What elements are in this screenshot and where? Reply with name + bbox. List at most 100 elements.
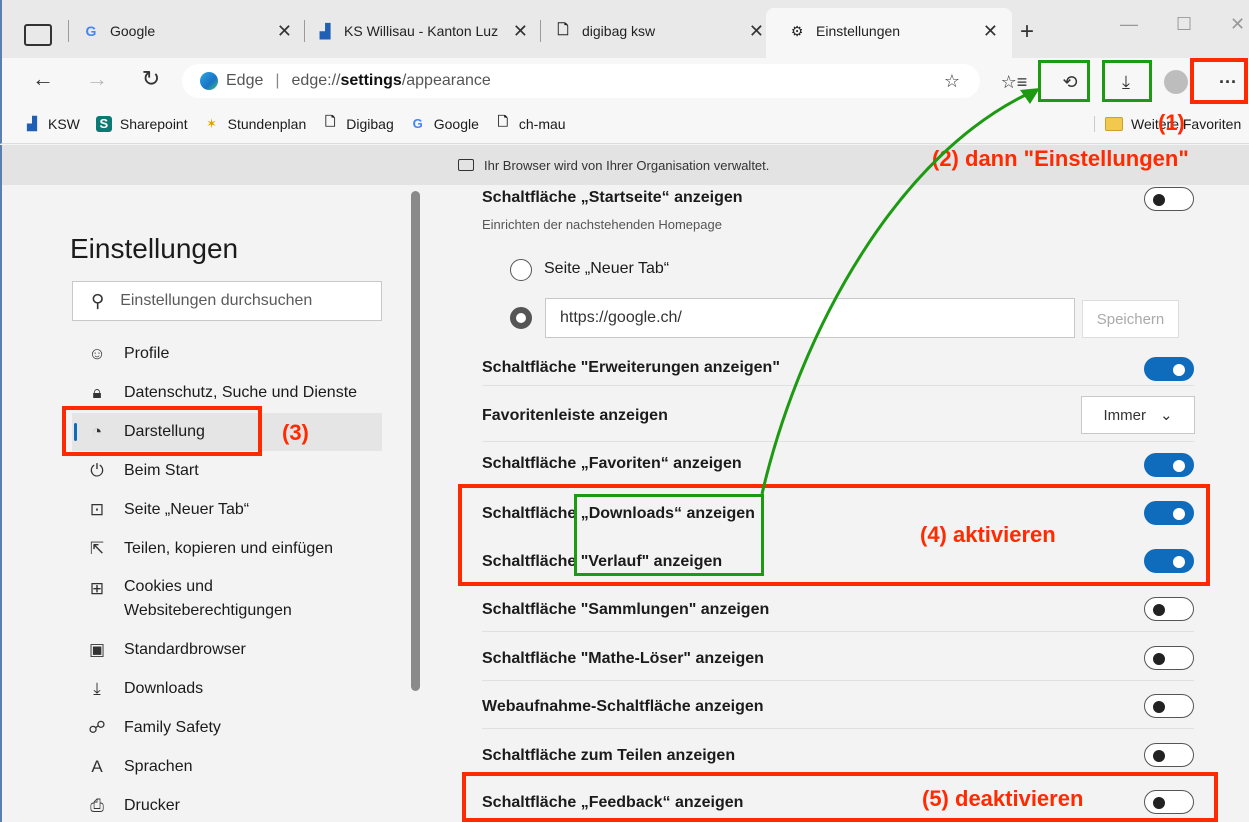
- new-tab-button[interactable]: +: [1020, 18, 1034, 46]
- tab-digibag[interactable]: 🗋 digibag ksw ✕: [554, 16, 764, 46]
- tab-label: KS Willisau - Kanton Luz: [344, 23, 499, 39]
- tab-separator: [540, 20, 541, 42]
- annotation-box-history: [1038, 60, 1090, 102]
- divider: [482, 728, 1194, 729]
- sidebar-item-default-browser[interactable]: ▣ Standardbrowser: [72, 631, 382, 669]
- sidebar-item-downloads[interactable]: ⤓ Downloads: [72, 670, 382, 708]
- minimize-icon[interactable]: —: [1120, 14, 1138, 35]
- bookmark-digibag[interactable]: 🗋 Digibag: [322, 113, 394, 132]
- language-icon: A: [91, 757, 103, 776]
- ksw-logo-icon: ▟: [319, 22, 331, 39]
- bookmark-stundenplan[interactable]: ✶ Stundenplan: [204, 115, 307, 132]
- maximize-icon[interactable]: ☐: [1176, 14, 1192, 35]
- google-icon: G: [412, 116, 423, 131]
- lock-icon: 🔒︎: [92, 383, 102, 402]
- url-prefix: edge://: [291, 72, 341, 89]
- scrollbar[interactable]: [411, 191, 420, 691]
- gear-icon: ⚙: [790, 22, 804, 39]
- sidebar-item-share[interactable]: ⇱ Teilen, kopieren und einfügen: [72, 530, 382, 568]
- share-icon: ⇱: [89, 539, 105, 558]
- other-favorites-label: Weitere Favoriten: [1131, 115, 1242, 132]
- webcapture-toggle[interactable]: [1144, 694, 1194, 718]
- annotation-box-activate: [458, 484, 1210, 586]
- close-icon[interactable]: ✕: [749, 21, 764, 42]
- tab-actions-icon[interactable]: [24, 24, 52, 46]
- math-toggle[interactable]: [1144, 646, 1194, 670]
- tab-label: Einstellungen: [816, 23, 901, 39]
- bookmark-google[interactable]: G Google: [410, 116, 479, 132]
- share-toggle[interactable]: [1144, 743, 1194, 767]
- url-path: /appearance: [401, 72, 491, 89]
- sidebar-item-label: Downloads: [124, 680, 204, 697]
- sharepoint-icon: S: [95, 115, 112, 132]
- edge-icon: [200, 72, 218, 90]
- back-icon[interactable]: ←: [28, 66, 58, 92]
- printer-icon: ⎙: [90, 796, 104, 815]
- chevron-down-icon: ⌄: [1159, 407, 1173, 424]
- close-icon[interactable]: ✕: [983, 21, 998, 42]
- page-title: Einstellungen: [70, 233, 239, 264]
- tab-ks-willisau[interactable]: ▟ KS Willisau - Kanton Luz ✕: [316, 16, 528, 46]
- bookmark-ksw[interactable]: ▟ KSW: [24, 116, 80, 132]
- setting-home-button-sub: Einrichten der nachstehenden Homepage: [482, 217, 722, 232]
- sidebar-item-label-line2: Websiteberechtigungen: [124, 602, 292, 619]
- window-close-icon[interactable]: ✕: [1230, 14, 1245, 35]
- google-icon: G: [85, 23, 97, 39]
- favorites-toggle[interactable]: [1144, 453, 1194, 477]
- annotation-5: (5) deaktivieren: [922, 786, 1084, 811]
- extensions-toggle[interactable]: [1144, 357, 1194, 381]
- save-button[interactable]: Speichern: [1082, 300, 1179, 338]
- search-input[interactable]: ⚲ Einstellungen durchsuchen: [72, 281, 382, 321]
- refresh-icon[interactable]: ↻: [136, 66, 166, 92]
- avatar: [1164, 70, 1188, 94]
- setting-math-label: Schaltfläche "Mathe-Löser" anzeigen: [482, 650, 764, 667]
- annotation-box-deactivate: [462, 772, 1218, 822]
- sidebar-item-languages[interactable]: A Sprachen: [72, 748, 382, 786]
- sidebar-item-label: Beim Start: [124, 462, 199, 479]
- newtab-icon: ⊡: [89, 500, 105, 519]
- divider: [482, 680, 1194, 681]
- sidebar-item-label: Sprachen: [124, 758, 193, 775]
- add-favorite-icon[interactable]: ☆: [944, 71, 960, 92]
- bookmark-label: Google: [433, 115, 479, 132]
- radio-url[interactable]: [510, 307, 532, 329]
- annotation-box-more-menu: [1190, 58, 1248, 104]
- bookmark-ch-mau[interactable]: 🗋 ch-mau: [495, 113, 566, 132]
- setting-home-button-label: Schaltfläche „Startseite“ anzeigen: [482, 189, 743, 206]
- forward-icon[interactable]: →: [82, 66, 112, 92]
- setting-webcapture-label: Webaufnahme-Schaltfläche anzeigen: [482, 698, 764, 715]
- collections-toggle[interactable]: [1144, 597, 1194, 621]
- page-icon: 🗋: [325, 113, 336, 129]
- tab-einstellungen[interactable]: ⚙ Einstellungen ✕: [788, 16, 998, 46]
- sidebar-item-family[interactable]: ☍ Family Safety: [72, 709, 382, 747]
- close-icon[interactable]: ✕: [277, 21, 292, 42]
- sidebar-item-label: Teilen, kopieren und einfügen: [124, 540, 334, 557]
- home-url-input[interactable]: https://google.ch/: [545, 298, 1075, 338]
- search-placeholder: Einstellungen durchsuchen: [120, 292, 313, 309]
- bookmark-sharepoint[interactable]: S Sharepoint: [95, 115, 188, 132]
- close-icon[interactable]: ✕: [513, 21, 528, 42]
- stundenplan-icon: ✶: [206, 115, 218, 131]
- sidebar-item-label: Standardbrowser: [124, 641, 246, 658]
- bookmark-label: Sharepoint: [119, 115, 188, 132]
- favorites-icon[interactable]: ☆≡: [1000, 68, 1028, 96]
- tab-google[interactable]: G Google ✕: [82, 16, 292, 46]
- sidebar-item-cookies[interactable]: ⊞ Cookies und Websiteberechtigungen: [72, 571, 382, 623]
- favbar-select[interactable]: Immer ⌄: [1081, 396, 1195, 434]
- download-icon: ⤓: [93, 679, 101, 698]
- divider: [482, 441, 1194, 442]
- address-divider: |: [275, 72, 280, 89]
- radio-newtab[interactable]: [510, 259, 532, 281]
- sidebar-item-printers[interactable]: ⎙ Drucker: [72, 787, 382, 822]
- folder-icon: [1105, 116, 1123, 131]
- profile-avatar[interactable]: [1162, 68, 1190, 96]
- tab-label: digibag ksw: [582, 23, 656, 39]
- address-bar[interactable]: Edge | edge://settings/appearance ☆: [182, 64, 980, 98]
- bookmark-label: Stundenplan: [227, 115, 307, 132]
- home-button-toggle[interactable]: [1144, 187, 1194, 211]
- sidebar-item-profile[interactable]: ☺ Profile: [72, 335, 382, 373]
- sidebar-item-newtab[interactable]: ⊡ Seite „Neuer Tab“: [72, 491, 382, 529]
- tab-separator: [304, 20, 305, 42]
- sidebar-item-start[interactable]: ⏻ Beim Start: [72, 452, 382, 490]
- page-icon: 🗋: [497, 113, 509, 129]
